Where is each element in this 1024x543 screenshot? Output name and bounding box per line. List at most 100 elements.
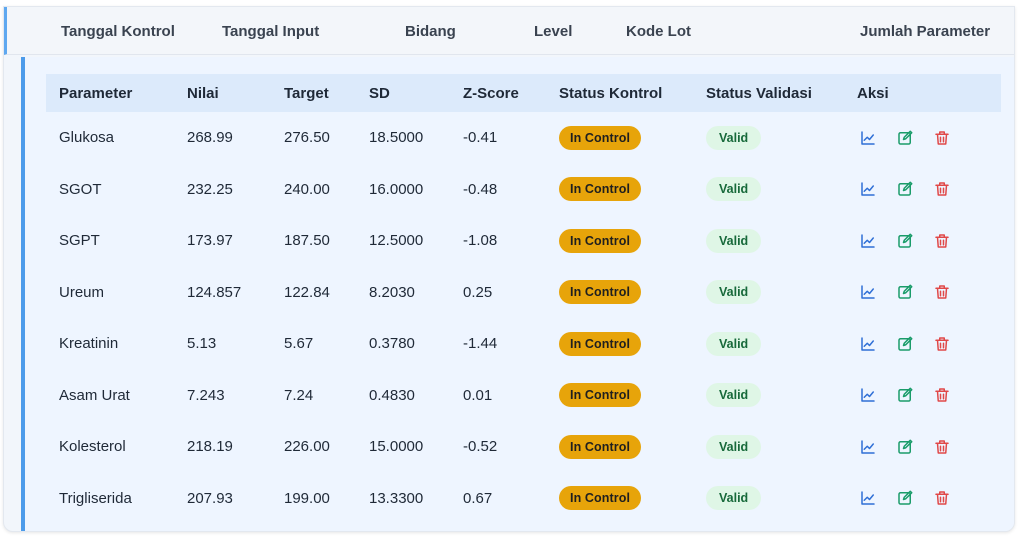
table-row: Trigliserida 207.93 199.00 13.3300 0.67 In Co… [46, 473, 1001, 525]
status-kontrol-badge: In Control [559, 434, 642, 459]
cell-status-kontrol: In Control [546, 421, 693, 473]
cell-nilai: 124.857 [187, 283, 242, 301]
cell-status-kontrol: In Control [546, 473, 693, 525]
status-kontrol-badge: In Control [559, 486, 642, 511]
chart-icon[interactable] [857, 436, 879, 458]
trash-icon[interactable] [931, 487, 953, 509]
cell-aksi [844, 370, 1001, 422]
status-kontrol-badge: In Control [559, 125, 642, 150]
cell-sd: 0.3780 [369, 335, 415, 353]
chart-icon[interactable] [857, 178, 879, 200]
table-row: Kolesterol 218.19 226.00 15.0000 -0.52 In Con… [46, 421, 1001, 473]
cell-sd: 16.0000 [369, 180, 424, 198]
cell-status-kontrol: In Control [546, 215, 693, 267]
status-validasi-badge: Valid [706, 331, 762, 356]
cell-status-validasi: Valid [693, 215, 844, 267]
table-row: Asam Urat 7.243 7.24 0.4830 0.01 In Control Va… [46, 370, 1001, 422]
cell-target: 199.00 [284, 489, 330, 507]
th-zscore: Z-Score [450, 74, 546, 112]
cell-sd: 13.3300 [369, 489, 424, 507]
trash-icon[interactable] [931, 281, 953, 303]
cell-target: 276.50 [284, 129, 330, 147]
cell-parameter: Kolesterol [59, 438, 126, 456]
cell-parameter: Glukosa [59, 129, 115, 147]
cell-parameter: Ureum [59, 283, 105, 301]
chart-icon[interactable] [857, 384, 879, 406]
cell-target: 240.00 [284, 180, 330, 198]
col-jumlah-parameter[interactable]: Jumlah Parameter [860, 23, 990, 40]
chart-icon[interactable] [857, 127, 879, 149]
trash-icon[interactable] [931, 127, 953, 149]
status-kontrol-badge: In Control [559, 383, 642, 408]
edit-icon[interactable] [894, 127, 916, 149]
th-sd: SD [356, 74, 450, 112]
trash-icon[interactable] [931, 436, 953, 458]
chart-icon[interactable] [857, 487, 879, 509]
cell-nilai: 218.19 [187, 438, 233, 456]
edit-icon[interactable] [894, 230, 916, 252]
parameter-table: Parameter Nilai Target SD Z-Score Status… [46, 74, 1001, 524]
th-parameter: Parameter [46, 74, 174, 112]
table-row: SGOT 232.25 240.00 16.0000 -0.48 In Control Va… [46, 164, 1001, 216]
cell-target: 122.84 [284, 283, 330, 301]
status-validasi-badge: Valid [706, 177, 762, 202]
table-row: SGPT 173.97 187.50 12.5000 -1.08 In Control Va… [46, 215, 1001, 267]
cell-status-kontrol: In Control [546, 370, 693, 422]
cell-sd: 18.5000 [369, 129, 424, 147]
table-row: Ureum 124.857 122.84 8.2030 0.25 In Control Va… [46, 267, 1001, 319]
cell-zscore: 0.25 [463, 283, 493, 301]
cell-target: 187.50 [284, 232, 330, 250]
th-status-validasi: Status Validasi [693, 74, 844, 112]
col-bidang[interactable]: Bidang [405, 23, 456, 40]
status-validasi-badge: Valid [706, 383, 762, 408]
cell-status-validasi: Valid [693, 421, 844, 473]
cell-status-validasi: Valid [693, 267, 844, 319]
trash-icon[interactable] [931, 333, 953, 355]
status-validasi-badge: Valid [706, 486, 762, 511]
trash-icon[interactable] [931, 230, 953, 252]
cell-status-kontrol: In Control [546, 112, 693, 164]
cell-zscore: 0.67 [463, 489, 493, 507]
edit-icon[interactable] [894, 333, 916, 355]
cell-nilai: 232.25 [187, 180, 233, 198]
trash-icon[interactable] [931, 384, 953, 406]
status-validasi-badge: Valid [706, 280, 762, 305]
chart-icon[interactable] [857, 333, 879, 355]
col-level[interactable]: Level [534, 23, 572, 40]
trash-icon[interactable] [931, 178, 953, 200]
th-status-kontrol: Status Kontrol [546, 74, 693, 112]
cell-zscore: -1.08 [463, 232, 498, 250]
edit-icon[interactable] [894, 281, 916, 303]
cell-status-kontrol: In Control [546, 164, 693, 216]
cell-zscore: -1.44 [463, 335, 498, 353]
edit-icon[interactable] [894, 384, 916, 406]
table-row: Glukosa 268.99 276.50 18.5000 -0.41 In Contro… [46, 112, 1001, 164]
cell-target: 226.00 [284, 438, 330, 456]
status-kontrol-badge: In Control [559, 280, 642, 305]
cell-status-kontrol: In Control [546, 318, 693, 370]
cell-aksi [844, 267, 1001, 319]
cell-target: 7.24 [284, 386, 314, 404]
cell-aksi [844, 421, 1001, 473]
edit-icon[interactable] [894, 436, 916, 458]
edit-icon[interactable] [894, 487, 916, 509]
status-kontrol-badge: In Control [559, 228, 642, 253]
status-kontrol-badge: In Control [559, 331, 642, 356]
cell-parameter: SGPT [59, 232, 100, 250]
th-aksi: Aksi [844, 74, 1001, 112]
cell-nilai: 268.99 [187, 129, 233, 147]
chart-icon[interactable] [857, 281, 879, 303]
col-tanggal-kontrol[interactable]: Tanggal Kontrol [61, 23, 175, 40]
chart-icon[interactable] [857, 230, 879, 252]
cell-nilai: 173.97 [187, 232, 233, 250]
col-kode-lot[interactable]: Kode Lot [626, 23, 691, 40]
edit-icon[interactable] [894, 178, 916, 200]
cell-zscore: 0.01 [463, 386, 493, 404]
cell-parameter: Kreatinin [59, 335, 119, 353]
status-validasi-badge: Valid [706, 125, 762, 150]
cell-zscore: -0.52 [463, 438, 498, 456]
cell-nilai: 5.13 [187, 335, 217, 353]
col-tanggal-input[interactable]: Tanggal Input [222, 23, 319, 40]
cell-parameter: Asam Urat [59, 386, 130, 404]
status-validasi-badge: Valid [706, 228, 762, 253]
